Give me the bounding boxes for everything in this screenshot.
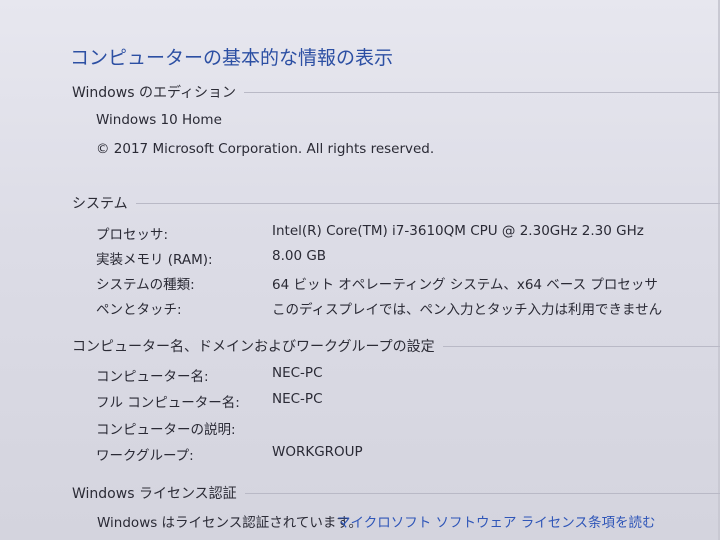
license-status: Windows はライセンス認証されています。: [97, 515, 363, 531]
clipped-top-text: ━ ━ ━ ━ ━ ━ ━ ━ ━ ━: [95, 0, 219, 7]
computer-name-value: NEC-PC: [272, 365, 323, 381]
memory-label: 実装メモリ (RAM):: [96, 252, 213, 268]
computer-name-label: コンピューター名:: [96, 369, 209, 385]
section-computer-label: コンピューター名、ドメインおよびワークグループの設定: [72, 339, 435, 355]
section-divider: [135, 202, 720, 204]
section-license-label: Windows ライセンス認証: [72, 486, 237, 502]
system-type-value: 64 ビット オペレーティング システム、x64 ベース プロセッサ: [272, 277, 658, 293]
full-computer-name-value: NEC-PC: [272, 391, 323, 407]
section-system-label: システム: [72, 196, 128, 212]
page-title: コンピューターの基本的な情報の表示: [70, 47, 394, 69]
system-type-label: システムの種類:: [96, 277, 195, 293]
memory-value: 8.00 GB: [272, 248, 327, 264]
pen-touch-label: ペンとタッチ:: [96, 302, 182, 318]
workgroup-value: WORKGROUP: [272, 444, 363, 460]
edition-name: Windows 10 Home: [96, 112, 222, 128]
full-computer-name-label: フル コンピューター名:: [96, 395, 240, 411]
section-divider: [442, 345, 720, 347]
section-edition-header: Windows のエディション: [72, 82, 720, 102]
section-system-header: システム: [72, 193, 720, 213]
section-license-header: Windows ライセンス認証: [72, 483, 720, 503]
section-divider: [244, 492, 720, 494]
license-terms-link[interactable]: マイクロソフト ソフトウェア ライセンス条項を読む: [337, 511, 656, 531]
pen-touch-value: このディスプレイでは、ペン入力とタッチ入力は利用できません: [272, 302, 663, 318]
section-divider: [243, 91, 720, 93]
edition-copyright: © 2017 Microsoft Corporation. All rights…: [96, 141, 435, 157]
section-edition-label: Windows のエディション: [72, 85, 236, 101]
section-computer-header: コンピューター名、ドメインおよびワークグループの設定: [72, 336, 720, 356]
computer-description-label: コンピューターの説明:: [96, 422, 236, 438]
processor-value: Intel(R) Core(TM) i7-3610QM CPU @ 2.30GH…: [272, 223, 644, 239]
system-properties-window: ━ ━ ━ ━ ━ ━ ━ ━ ━ ━ コンピューターの基本的な情報の表示 Wi…: [0, 0, 720, 540]
processor-label: プロセッサ:: [96, 227, 169, 243]
workgroup-label: ワークグループ:: [96, 448, 194, 464]
